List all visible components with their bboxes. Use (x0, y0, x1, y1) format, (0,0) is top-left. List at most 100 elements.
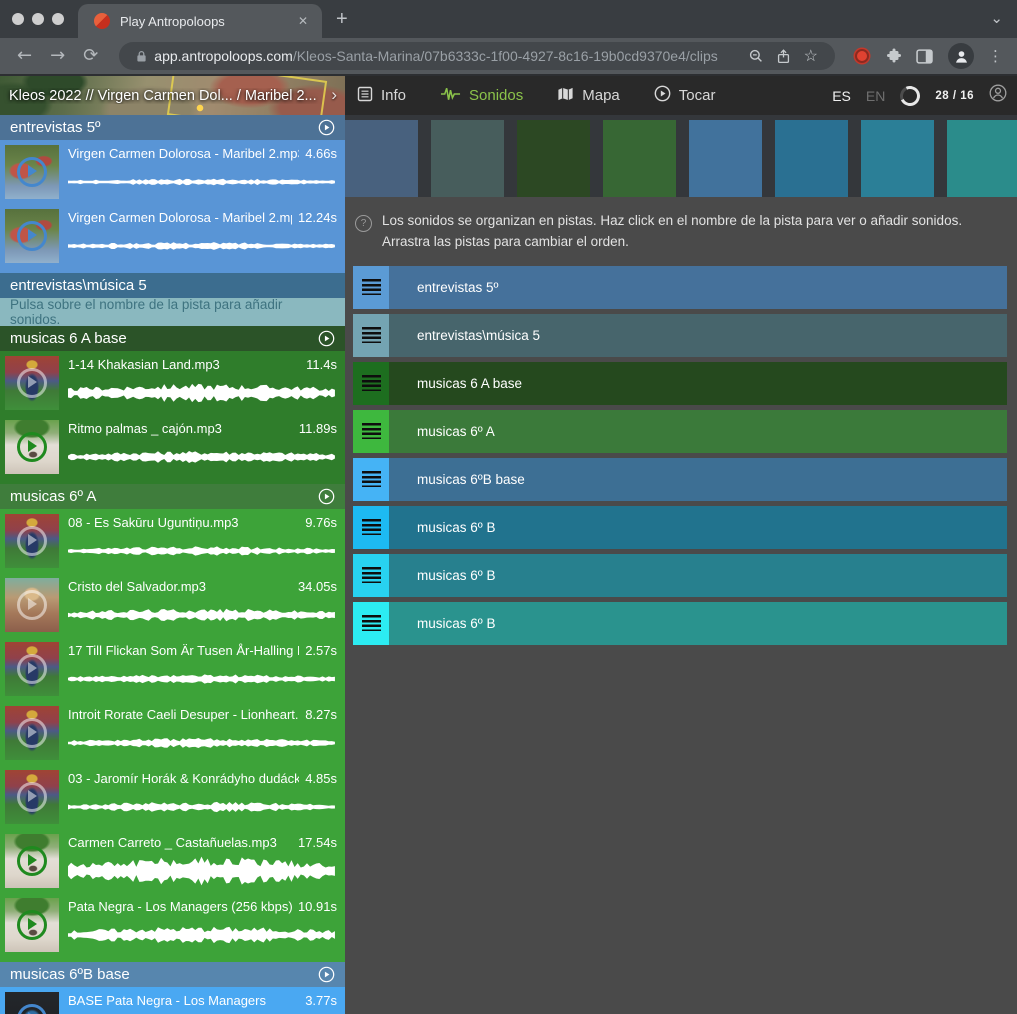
zoom-page-icon[interactable] (749, 49, 763, 63)
tab-tocar[interactable]: Tocar (654, 85, 716, 106)
track-list: entrevistas 5º entrevistas\música 5 musica… (353, 266, 1007, 645)
track-color-swatch (689, 120, 762, 197)
track-play-button[interactable] (318, 488, 335, 505)
clip-thumbnail (5, 514, 59, 568)
account-icon[interactable] (989, 84, 1007, 107)
track-row: entrevistas\música 5 (353, 314, 1007, 357)
browser-tab[interactable]: Play Antropoloops ✕ (78, 4, 322, 38)
track-play-button[interactable] (318, 119, 335, 136)
track-name-button[interactable]: musicas 6º B (389, 506, 1007, 549)
side-panel-icon[interactable] (916, 49, 933, 64)
track-label: musicas 6 A base (417, 376, 522, 391)
window-close-button[interactable] (12, 13, 24, 25)
profile-avatar[interactable] (948, 43, 974, 69)
track-section-title[interactable]: musicas 6 A base (10, 330, 318, 347)
clip-row[interactable]: Carmen Carreto _ Castañuelas.mp3 17.54s (0, 829, 345, 893)
share-icon[interactable] (777, 49, 790, 64)
clip-play-icon[interactable] (17, 1004, 47, 1014)
track-drag-handle[interactable] (353, 314, 389, 357)
clip-play-icon[interactable] (17, 718, 47, 748)
clip-play-icon[interactable] (17, 590, 47, 620)
lang-en-button[interactable]: EN (866, 88, 885, 104)
record-extension-icon[interactable] (855, 49, 869, 63)
clip-row[interactable]: 1-14 Khakasian Land.mp311.4s (0, 351, 345, 415)
track-name-button[interactable]: musicas 6º B (389, 554, 1007, 597)
clip-play-icon[interactable] (17, 432, 47, 462)
clip-row[interactable]: 03 - Jaromír Horák & Konrádyho dudácká .… (0, 765, 345, 829)
clip-row[interactable]: BASE Pata Negra - Los Managers3.77s (0, 987, 345, 1014)
back-button[interactable]: ← (17, 47, 32, 65)
clip-meta: Ritmo palmas _ cajón.mp311.89s (68, 421, 337, 436)
track-name-button[interactable]: entrevistas\música 5 (389, 314, 1007, 357)
clip-play-icon[interactable] (17, 221, 47, 251)
clip-play-icon[interactable] (17, 157, 47, 187)
forward-button[interactable]: → (50, 47, 65, 65)
track-name-button[interactable]: musicas 6º B (389, 602, 1007, 645)
clip-row[interactable]: 17 Till Flickan Som Är Tusen År-Halling … (0, 637, 345, 701)
tab-info[interactable]: Info (357, 86, 406, 106)
track-section-title[interactable]: musicas 6º A (10, 488, 318, 505)
clip-row[interactable]: Virgen Carmen Dolorosa - Maribel 2.mp312… (0, 204, 345, 268)
clip-list: 08 - Es Sakūru Uguntiņu.mp39.76sCristo d… (0, 509, 345, 962)
clip-duration: 3.77s (305, 993, 337, 1008)
track-name-button[interactable]: entrevistas 5º (389, 266, 1007, 309)
clip-row[interactable]: Pata Negra - Los Managers (256 kbps).mp3… (0, 893, 345, 957)
tab-mapa[interactable]: Mapa (557, 86, 620, 106)
clip-play-icon[interactable] (17, 654, 47, 684)
reload-button[interactable]: ⟳ (83, 47, 98, 65)
tab-sonidos[interactable]: Sonidos (440, 86, 523, 106)
clip-duration: 11.4s (306, 357, 337, 372)
tab-tocar-label: Tocar (679, 87, 716, 104)
track-name-button[interactable]: musicas 6º A (389, 410, 1007, 453)
track-drag-handle[interactable] (353, 554, 389, 597)
clip-title: 03 - Jaromír Horák & Konrádyho dudácká .… (68, 771, 299, 786)
track-drag-handle[interactable] (353, 266, 389, 309)
track-notice: Pulsa sobre el nombre de la pista para a… (0, 298, 345, 326)
clip-thumbnail (5, 145, 59, 199)
clip-play-icon[interactable] (17, 782, 47, 812)
track-name-button[interactable]: musicas 6 A base (389, 362, 1007, 405)
clip-row[interactable]: 08 - Es Sakūru Uguntiņu.mp39.76s (0, 509, 345, 573)
address-bar[interactable]: app.antropoloops.com/Kleos-Santa-Marina/… (119, 42, 835, 70)
clip-play-icon[interactable] (17, 368, 47, 398)
clip-play-icon[interactable] (17, 910, 47, 940)
tab-close-icon[interactable]: ✕ (294, 12, 312, 30)
window-zoom-button[interactable] (52, 13, 64, 25)
track-label: musicas 6º B (417, 568, 495, 583)
track-section-title[interactable]: entrevistas\música 5 (10, 277, 335, 294)
track-row: musicas 6º B (353, 554, 1007, 597)
tab-search-chevron-icon[interactable]: ⌄ (990, 9, 1003, 27)
tab-sonidos-label: Sonidos (469, 87, 523, 104)
clip-waveform (68, 377, 337, 409)
clip-title: Carmen Carreto _ Castañuelas.mp3 (68, 835, 292, 850)
browser-menu-icon[interactable]: ⋮ (988, 47, 1003, 65)
track-section-title[interactable]: entrevistas 5º (10, 119, 318, 136)
clip-play-icon[interactable] (17, 526, 47, 556)
clip-meta: 17 Till Flickan Som Är Tusen År-Halling … (68, 643, 337, 658)
track-drag-handle[interactable] (353, 458, 389, 501)
track-play-button[interactable] (318, 330, 335, 347)
track-drag-handle[interactable] (353, 410, 389, 453)
clip-title: 17 Till Flickan Som Är Tusen År-Halling … (68, 643, 299, 658)
track-play-button[interactable] (318, 966, 335, 983)
track-drag-handle[interactable] (353, 506, 389, 549)
extensions-puzzle-icon[interactable] (886, 48, 902, 64)
track-name-button[interactable]: musicas 6ºB base (389, 458, 1007, 501)
clip-duration: 2.57s (305, 643, 337, 658)
clip-play-icon[interactable] (17, 846, 47, 876)
bookmark-star-icon[interactable]: ☆ (804, 46, 818, 66)
new-tab-button[interactable]: + (336, 8, 348, 31)
clip-row[interactable]: Cristo del Salvador.mp334.05s (0, 573, 345, 637)
clip-row[interactable]: Ritmo palmas _ cajón.mp311.89s (0, 415, 345, 479)
track-drag-handle[interactable] (353, 602, 389, 645)
clip-waveform (68, 230, 337, 262)
window-minimize-button[interactable] (32, 13, 44, 25)
clip-row[interactable]: Introit Rorate Caeli Desuper - Lionheart… (0, 701, 345, 765)
clip-waveform (68, 535, 337, 567)
lang-es-button[interactable]: ES (832, 88, 851, 104)
breadcrumb[interactable]: Kleos 2022 // Virgen Carmen Dol... / Mar… (0, 76, 345, 115)
track-drag-handle[interactable] (353, 362, 389, 405)
clip-row[interactable]: Virgen Carmen Dolorosa - Maribel 2.mp34.… (0, 140, 345, 204)
clip-duration: 17.54s (298, 835, 337, 850)
track-section-title[interactable]: musicas 6ºB base (10, 966, 318, 983)
